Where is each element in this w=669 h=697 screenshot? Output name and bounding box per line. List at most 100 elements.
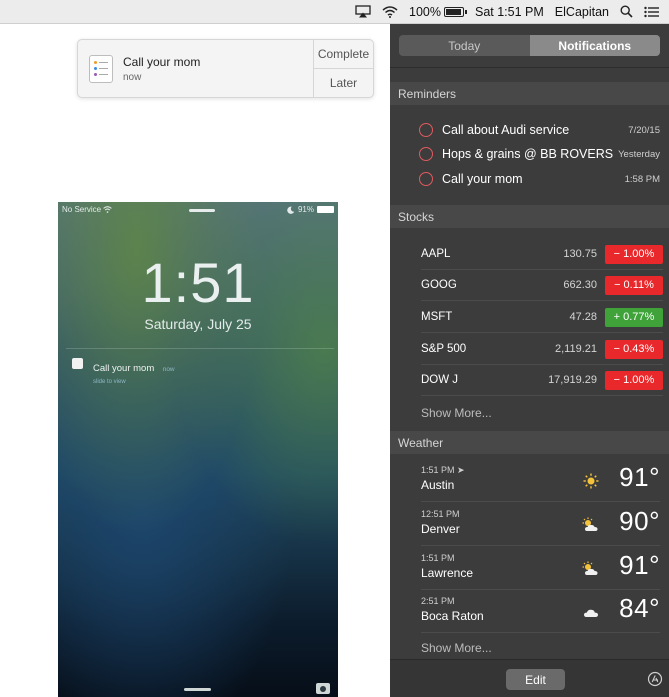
weather-temperature: 84° <box>619 593 660 623</box>
weather-temperature: 91° <box>619 550 660 580</box>
spotlight-search-icon[interactable] <box>620 5 633 18</box>
weather-time: 1:51 PM ➤ <box>421 465 465 476</box>
lock-screen-date: Saturday, July 25 <box>144 316 252 332</box>
weather-row[interactable]: 2:51 PM Boca Raton 84° <box>421 590 660 633</box>
lock-screen-time: 1:51 <box>141 251 255 314</box>
wifi-icon[interactable] <box>382 5 398 18</box>
stock-change-badge[interactable]: − 0.11% <box>605 275 663 295</box>
weather-time: 12:51 PM <box>421 509 460 519</box>
sun-icon <box>583 473 599 489</box>
weather-row[interactable]: 1:51 PM ➤ Austin 91° <box>421 459 660 502</box>
phone-carrier: No Service <box>62 205 113 214</box>
lock-screen-divider <box>66 348 334 349</box>
partly-cloudy-icon <box>582 517 598 531</box>
reminder-notification-banner[interactable]: Call your mom now Complete Later <box>77 39 374 98</box>
camera-icon[interactable] <box>316 683 330 694</box>
reminder-title: Hops & grains @ BB ROVERS <box>442 147 614 161</box>
battery-icon <box>444 6 467 17</box>
reminder-checkbox[interactable] <box>419 123 433 137</box>
menubar-user[interactable]: ElCapitan <box>555 5 609 19</box>
stocks-show-more-link[interactable]: Show More... <box>421 406 492 420</box>
weather-city: Lawrence <box>421 566 474 580</box>
carrier-label: No Service <box>62 205 102 214</box>
notification-center-panel: Today Notifications Reminders Call about… <box>390 24 669 697</box>
weather-temperature: 90° <box>619 506 660 536</box>
stock-change-badge[interactable]: − 1.00% <box>605 244 663 264</box>
banner-content[interactable]: Call your mom now <box>78 40 313 97</box>
reminder-item[interactable]: Call your mom 1:58 PM <box>419 167 660 191</box>
stock-symbol: GOOG <box>421 279 457 291</box>
weather-row[interactable]: 12:51 PM Denver 90° <box>421 503 660 546</box>
reminder-title: Call your mom <box>442 172 523 186</box>
reminders-section-header[interactable]: Reminders <box>390 82 669 105</box>
reminder-item[interactable]: Hops & grains @ BB ROVERS Yesterday <box>419 142 660 166</box>
partly-cloudy-icon <box>582 561 598 575</box>
stocks-section-header[interactable]: Stocks <box>390 205 669 228</box>
stock-change-badge[interactable]: − 0.43% <box>605 339 663 359</box>
edit-button[interactable]: Edit <box>506 669 565 690</box>
weather-show-more-link[interactable]: Show More... <box>421 641 492 655</box>
notification-center-tabs: Today Notifications <box>399 35 660 56</box>
reminder-checkbox[interactable] <box>419 172 433 186</box>
phone-battery-percent: 91% <box>297 205 314 214</box>
tab-today[interactable]: Today <box>399 35 530 56</box>
lock-screen-notification[interactable]: Call your mom now slide to view <box>72 358 175 385</box>
weather-row[interactable]: 1:51 PM Lawrence 91° <box>421 547 660 590</box>
slide-to-view-label: slide to view <box>93 379 126 385</box>
menubar-clock[interactable]: Sat 1:51 PM <box>475 5 544 19</box>
weather-time: 1:51 PM <box>421 553 455 563</box>
phone-battery-icon <box>317 206 334 213</box>
phone-status-bar: No Service 91% <box>62 205 334 217</box>
notification-center-footer: Edit <box>390 659 669 697</box>
reminder-date: 7/20/15 <box>628 124 660 136</box>
reminder-checkbox[interactable] <box>419 147 433 161</box>
reminder-item[interactable]: Call about Audi service 7/20/15 <box>419 118 660 142</box>
menu-bar: 100% Sat 1:51 PM ElCapitan <box>0 0 669 24</box>
weather-section-header[interactable]: Weather <box>390 431 669 454</box>
lock-notification-time: now <box>162 366 175 373</box>
weather-time-text: 1:51 PM <box>421 465 455 475</box>
stock-price: 17,919.29 <box>548 374 597 386</box>
stock-symbol: MSFT <box>421 311 453 323</box>
phone-wifi-icon <box>103 206 113 214</box>
lock-notification-title: Call your mom <box>93 363 155 374</box>
stock-price: 2,119.21 <box>554 343 597 355</box>
banner-subtitle: now <box>123 71 142 83</box>
stock-row[interactable]: AAPL 130.75 − 1.00% <box>421 239 663 270</box>
stock-change-badge[interactable]: + 0.77% <box>605 307 663 327</box>
reminder-title: Call about Audi service <box>442 123 570 137</box>
phone-speaker <box>189 209 215 212</box>
stock-symbol: DOW J <box>421 374 459 386</box>
stock-price: 130.75 <box>563 248 597 260</box>
airplay-icon[interactable] <box>355 5 371 18</box>
notification-center-icon[interactable] <box>644 6 659 18</box>
later-button[interactable]: Later <box>314 68 373 97</box>
weather-time: 2:51 PM <box>421 596 455 606</box>
tab-notifications[interactable]: Notifications <box>529 35 660 56</box>
divider <box>390 67 669 68</box>
battery-status[interactable]: 100% <box>409 4 467 19</box>
iphone-lock-screen: No Service 91% 1:51 Saturday, July 25 Ca… <box>58 202 338 697</box>
complete-button[interactable]: Complete <box>314 40 373 68</box>
cloud-icon <box>584 609 598 617</box>
banner-title: Call your mom <box>123 54 201 69</box>
app-store-extensions-icon[interactable] <box>647 671 663 687</box>
stock-price: 47.28 <box>569 311 597 323</box>
stock-symbol: AAPL <box>421 248 451 260</box>
reminder-date: 1:58 PM <box>624 173 660 185</box>
stock-price: 662.30 <box>563 279 597 291</box>
weather-city: Denver <box>421 522 460 536</box>
stock-row[interactable]: S&P 500 2,119.21 − 0.43% <box>421 334 663 365</box>
stock-row[interactable]: MSFT 47.28 + 0.77% <box>421 302 663 333</box>
banner-actions: Complete Later <box>313 40 373 97</box>
stock-row[interactable]: DOW J 17,919.29 − 1.00% <box>421 365 663 396</box>
weather-city: Boca Raton <box>421 609 484 623</box>
stock-symbol: S&P 500 <box>421 343 467 355</box>
weather-temperature: 91° <box>619 462 660 492</box>
moon-icon <box>287 206 295 214</box>
stock-change-badge[interactable]: − 1.00% <box>605 370 663 390</box>
stock-row[interactable]: GOOG 662.30 − 0.11% <box>421 270 663 301</box>
battery-percent: 100% <box>409 4 441 19</box>
reminders-app-icon <box>72 358 83 369</box>
home-indicator[interactable] <box>184 688 211 691</box>
